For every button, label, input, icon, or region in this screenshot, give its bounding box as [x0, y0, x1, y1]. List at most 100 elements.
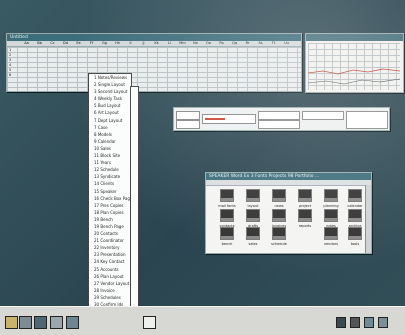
menu-item[interactable]: 7 Case [89, 124, 131, 131]
file-glyph [272, 227, 286, 240]
toolbar-field[interactable] [302, 111, 344, 120]
file-icon-label: news [274, 204, 284, 208]
file-window-title: SPEAKER Word Ex 3 Fonts Projects 98 Port… [206, 173, 371, 180]
format-toolbar-window[interactable] [173, 107, 390, 131]
file-glyph [324, 209, 338, 222]
file-window[interactable]: SPEAKER Word Ex 3 Fonts Projects 98 Port… [205, 172, 372, 254]
menu-item[interactable]: 1 Notes/Reviews [89, 74, 131, 81]
menu-item[interactable]: 24 Key Contact [89, 258, 131, 265]
menu-item[interactable]: 29 Schedules [89, 294, 131, 301]
menu-item[interactable]: 4 Weekly Task [89, 95, 131, 102]
speaker-icon[interactable] [336, 317, 346, 328]
chart-line-dark [308, 78, 400, 85]
window-icon[interactable] [66, 316, 79, 329]
toolbar-field[interactable] [176, 120, 200, 129]
red-swatch [205, 118, 225, 120]
file-icon[interactable]: tools [344, 227, 366, 253]
toolbar-field[interactable] [258, 111, 300, 120]
file-icon[interactable]: sales [242, 227, 264, 253]
computer-icon[interactable] [19, 316, 32, 329]
menu-item[interactable]: 6 Art Layout [89, 109, 131, 116]
col-header: Ii [129, 41, 132, 45]
col-header: Gg [102, 41, 107, 45]
file-icon-label: planning [323, 204, 339, 208]
col-header: Jj [142, 41, 145, 45]
menu-item[interactable]: 23 Presentation [89, 251, 131, 258]
file-glyph [272, 189, 286, 202]
file-icon-label: calendar [347, 204, 363, 208]
menu-item[interactable]: 21 Coordinator [89, 237, 131, 244]
toolbar-field[interactable] [176, 111, 200, 120]
col-header: Oo [206, 41, 211, 45]
document-icon[interactable] [143, 316, 156, 329]
col-header: Pp [219, 41, 224, 45]
file-glyph [246, 227, 260, 240]
menu-item[interactable]: 7 Dept Layout [89, 117, 131, 124]
file-glyph [324, 189, 338, 202]
menu-item[interactable]: 8 Models [89, 131, 131, 138]
menu-item[interactable]: 13 Syndicate [89, 173, 131, 180]
file-icon[interactable]: vendors [320, 227, 342, 253]
file-icon-label: project [298, 204, 312, 208]
file-icon-label: sales [248, 242, 258, 246]
menu-item[interactable]: 11 Block Site [89, 152, 131, 159]
menu-item[interactable]: 11 Years [89, 159, 131, 166]
menu-item[interactable]: 26 Plan Layout [89, 273, 131, 280]
menu-item[interactable]: 16 Check Box Page [89, 195, 131, 202]
col-header: Cc [50, 41, 55, 45]
file-icon[interactable]: reports [294, 209, 316, 235]
file-window-toolbar [206, 180, 371, 186]
file-icon-label: mail fonts [218, 204, 236, 208]
menu-item[interactable]: 20 Contacts [89, 230, 131, 237]
menu-item[interactable]: 27 Vendor Layout [89, 280, 131, 287]
menu-item[interactable]: 17 Pres Copies [89, 202, 131, 209]
printer-icon[interactable] [50, 316, 63, 329]
folder-icon[interactable] [5, 316, 18, 329]
file-icon-label: reports [298, 224, 312, 228]
network-icon[interactable] [34, 316, 47, 329]
col-header: Uu [284, 41, 289, 45]
spreadsheet-title: Untitled [7, 34, 301, 41]
menu-item[interactable]: 25 Accounts [89, 266, 131, 273]
menu-item[interactable]: 10 Sales [89, 145, 131, 152]
col-header: Ss [258, 41, 263, 45]
file-glyph [298, 189, 312, 202]
popup-menu[interactable]: 1 Notes/Reviews 2 Single Layout 3 Second… [88, 73, 132, 333]
spreadsheet-window[interactable]: Untitled Aa Bb Cc Dd Ee Ff Gg Hh Ii Jj Kk Ll Mm Nn Oo P… [6, 33, 302, 92]
spreadsheet-grid[interactable] [7, 47, 301, 91]
chart-lines [308, 68, 400, 85]
menu-item[interactable]: 5 Bud Layout [89, 102, 131, 109]
menu-item[interactable]: 14 Clients [89, 180, 131, 187]
file-glyph [348, 189, 362, 202]
toolbar-field[interactable] [258, 120, 300, 129]
menu-item[interactable]: 18 Plan Copies [89, 209, 131, 216]
col-header: Nn [193, 41, 198, 45]
menu-item[interactable]: 19 Bench Page [89, 223, 131, 230]
tools-icon[interactable] [350, 317, 360, 328]
file-icon[interactable]: schedule [268, 227, 290, 253]
color-swatch-field[interactable] [202, 114, 256, 124]
network-tray-icon[interactable] [364, 317, 374, 328]
menu-item[interactable]: 15 Speaker [89, 188, 131, 195]
file-icon-label: layout [247, 204, 259, 208]
chart-window[interactable] [305, 33, 404, 93]
file-glyph [324, 227, 338, 240]
col-header: Kk [154, 41, 159, 45]
menu-scroll-strip[interactable] [130, 86, 139, 310]
menu-item[interactable]: 9 Calendar [89, 138, 131, 145]
menu-item[interactable]: 28 Invoice [89, 287, 131, 294]
col-header: Ee [76, 41, 81, 45]
file-icon[interactable]: bench [216, 227, 238, 253]
toolbar-field[interactable] [346, 111, 388, 129]
menu-item[interactable]: 3 Second Layout [89, 88, 131, 95]
menu-item[interactable]: 12 Schedule [89, 166, 131, 173]
menu-item[interactable]: 2 Single Layout [89, 81, 131, 88]
chart-window-titlebar [306, 34, 403, 41]
chart-line-red [308, 68, 400, 75]
menu-item[interactable]: 19 Bench [89, 216, 131, 223]
file-glyph [298, 209, 312, 222]
battery-icon[interactable] [378, 317, 388, 328]
col-header: Hh [115, 41, 120, 45]
menu-item[interactable]: 22 Inventory [89, 244, 131, 251]
col-header: Bb [37, 41, 42, 45]
